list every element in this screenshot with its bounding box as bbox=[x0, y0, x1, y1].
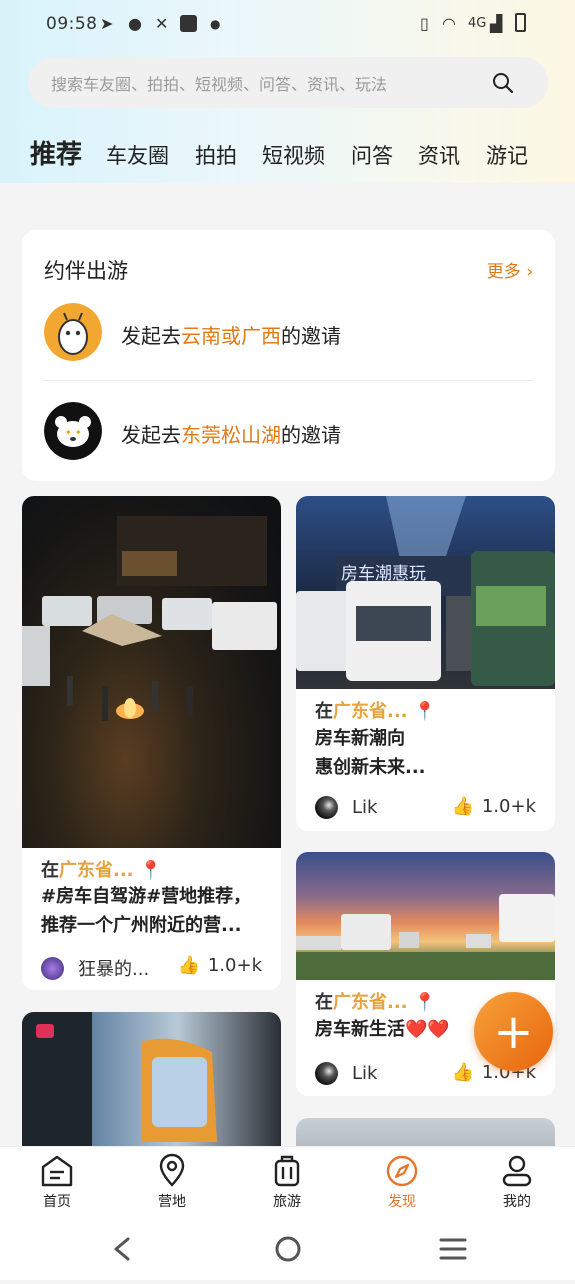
post-author[interactable]: Lik bbox=[315, 1062, 377, 1085]
bag-icon bbox=[180, 15, 197, 32]
svg-text:✦: ✦ bbox=[65, 428, 72, 437]
post-image: 房车潮惠玩 bbox=[296, 496, 555, 689]
avatar: ✦ ✦ bbox=[44, 402, 102, 460]
invite-item[interactable]: 发起去云南或广西的邀请 bbox=[44, 303, 534, 363]
like-button[interactable]: 👍 1.0+k bbox=[177, 955, 262, 976]
user-icon bbox=[502, 1155, 532, 1187]
create-post-button[interactable]: + bbox=[474, 992, 553, 1071]
more-link[interactable]: 更多 › bbox=[487, 257, 533, 282]
avatar bbox=[41, 956, 64, 980]
location-pin-icon: 📍 bbox=[413, 992, 437, 1013]
location-pin-icon: 📍 bbox=[413, 701, 437, 722]
mute-icon: ✕ bbox=[155, 14, 169, 33]
network-label: 4G bbox=[468, 16, 487, 31]
tab-friends[interactable]: 车友圈 bbox=[106, 140, 169, 170]
tab-videos[interactable]: 短视频 bbox=[262, 140, 325, 170]
home-circle-icon[interactable] bbox=[275, 1236, 301, 1262]
post-card[interactable]: 房车潮惠玩 在广东省... 📍 房车新潮向 惠创新未来... Lik 👍 1.0+k bbox=[296, 496, 555, 831]
avatar bbox=[315, 796, 338, 819]
post-author[interactable]: Lik bbox=[315, 796, 377, 819]
post-author[interactable]: 狂暴的... bbox=[41, 955, 149, 981]
bottom-nav: 首页 营地 旅游 发现 我的 bbox=[0, 1146, 575, 1220]
header-area: 09:58 ➤ ● ✕ ● ▯ ◠ 4G ▟ 搜索车友圈、拍拍、短视频、问答、资… bbox=[0, 0, 575, 183]
signal-icon: ▟ bbox=[490, 14, 503, 33]
tab-qa[interactable]: 问答 bbox=[351, 140, 393, 170]
plus-icon: + bbox=[493, 1003, 534, 1060]
companion-card: 约伴出游 更多 › 发起去云南或广西的邀请 ✦ ✦ 发起去东莞松山湖的邀请 bbox=[22, 230, 555, 481]
nav-camp[interactable]: 营地 bbox=[132, 1153, 212, 1211]
divider bbox=[44, 380, 534, 381]
tab-travelogue[interactable]: 游记 bbox=[486, 140, 528, 170]
nav-discover[interactable]: 发现 bbox=[362, 1153, 442, 1211]
chat-icon: ● bbox=[128, 14, 142, 33]
thumbs-up-icon: 👍 bbox=[451, 1062, 474, 1083]
nav-profile[interactable]: 我的 bbox=[477, 1153, 557, 1211]
chevron-right-icon: › bbox=[526, 262, 533, 282]
category-tabs: 推荐 车友圈 拍拍 短视频 问答 资讯 游记 bbox=[30, 134, 570, 174]
system-nav-bar bbox=[0, 1220, 575, 1280]
invite-text: 发起去云南或广西的邀请 bbox=[121, 324, 341, 348]
luggage-icon bbox=[274, 1155, 300, 1187]
post-location: 在广东省... 📍 bbox=[41, 860, 163, 881]
post-image bbox=[22, 496, 281, 848]
status-time: 09:58 bbox=[46, 14, 98, 34]
home-icon bbox=[41, 1155, 73, 1187]
post-card[interactable] bbox=[22, 1012, 281, 1162]
tab-recommend[interactable]: 推荐 bbox=[30, 134, 82, 171]
wifi-icon: ◠ bbox=[442, 14, 456, 33]
avatar bbox=[44, 303, 102, 361]
tab-photos[interactable]: 拍拍 bbox=[195, 140, 237, 170]
search-bar[interactable]: 搜索车友圈、拍拍、短视频、问答、资讯、玩法 bbox=[28, 57, 548, 108]
dot-icon: ● bbox=[210, 17, 221, 31]
thumbs-up-icon: 👍 bbox=[177, 955, 200, 976]
sign-text: 房车潮惠玩 bbox=[341, 564, 426, 583]
telegram-icon: ➤ bbox=[100, 14, 114, 33]
post-image bbox=[296, 852, 555, 980]
compass-icon bbox=[386, 1155, 418, 1187]
post-card[interactable]: 在广东省... 📍 #房车自驾游#营地推荐， 推荐一个广州附近的营... 狂暴的.… bbox=[22, 496, 281, 990]
post-image bbox=[22, 1012, 281, 1162]
svg-text:✦: ✦ bbox=[75, 428, 82, 437]
nav-travel[interactable]: 旅游 bbox=[247, 1153, 327, 1211]
post-location: 在广东省... 📍 bbox=[315, 992, 437, 1013]
status-bar: 09:58 ➤ ● ✕ ● ▯ ◠ 4G ▟ bbox=[0, 10, 575, 38]
location-icon bbox=[159, 1153, 185, 1187]
post-title: 房车新潮向 惠创新未来... bbox=[315, 728, 426, 778]
post-title: 房车新生活❤️❤️ bbox=[315, 1019, 450, 1040]
location-pin-icon: 📍 bbox=[139, 860, 163, 881]
companion-title: 约伴出游 bbox=[44, 259, 128, 283]
search-icon[interactable] bbox=[492, 72, 514, 94]
search-placeholder: 搜索车友圈、拍拍、短视频、问答、资讯、玩法 bbox=[51, 74, 388, 94]
vibrate-icon: ▯ bbox=[420, 14, 429, 33]
nav-home[interactable]: 首页 bbox=[17, 1153, 97, 1211]
battery-icon bbox=[515, 13, 526, 32]
like-button[interactable]: 👍 1.0+k bbox=[451, 796, 536, 817]
thumbs-up-icon: 👍 bbox=[451, 796, 474, 817]
post-location: 在广东省... 📍 bbox=[315, 701, 437, 722]
back-icon[interactable] bbox=[114, 1237, 130, 1261]
invite-item[interactable]: ✦ ✦ 发起去东莞松山湖的邀请 bbox=[44, 402, 534, 462]
post-title: #房车自驾游#营地推荐， 推荐一个广州附近的营... bbox=[41, 886, 252, 936]
invite-text: 发起去东莞松山湖的邀请 bbox=[121, 423, 341, 447]
tab-news[interactable]: 资讯 bbox=[418, 140, 460, 170]
avatar bbox=[315, 1062, 338, 1085]
menu-icon[interactable] bbox=[439, 1238, 467, 1260]
